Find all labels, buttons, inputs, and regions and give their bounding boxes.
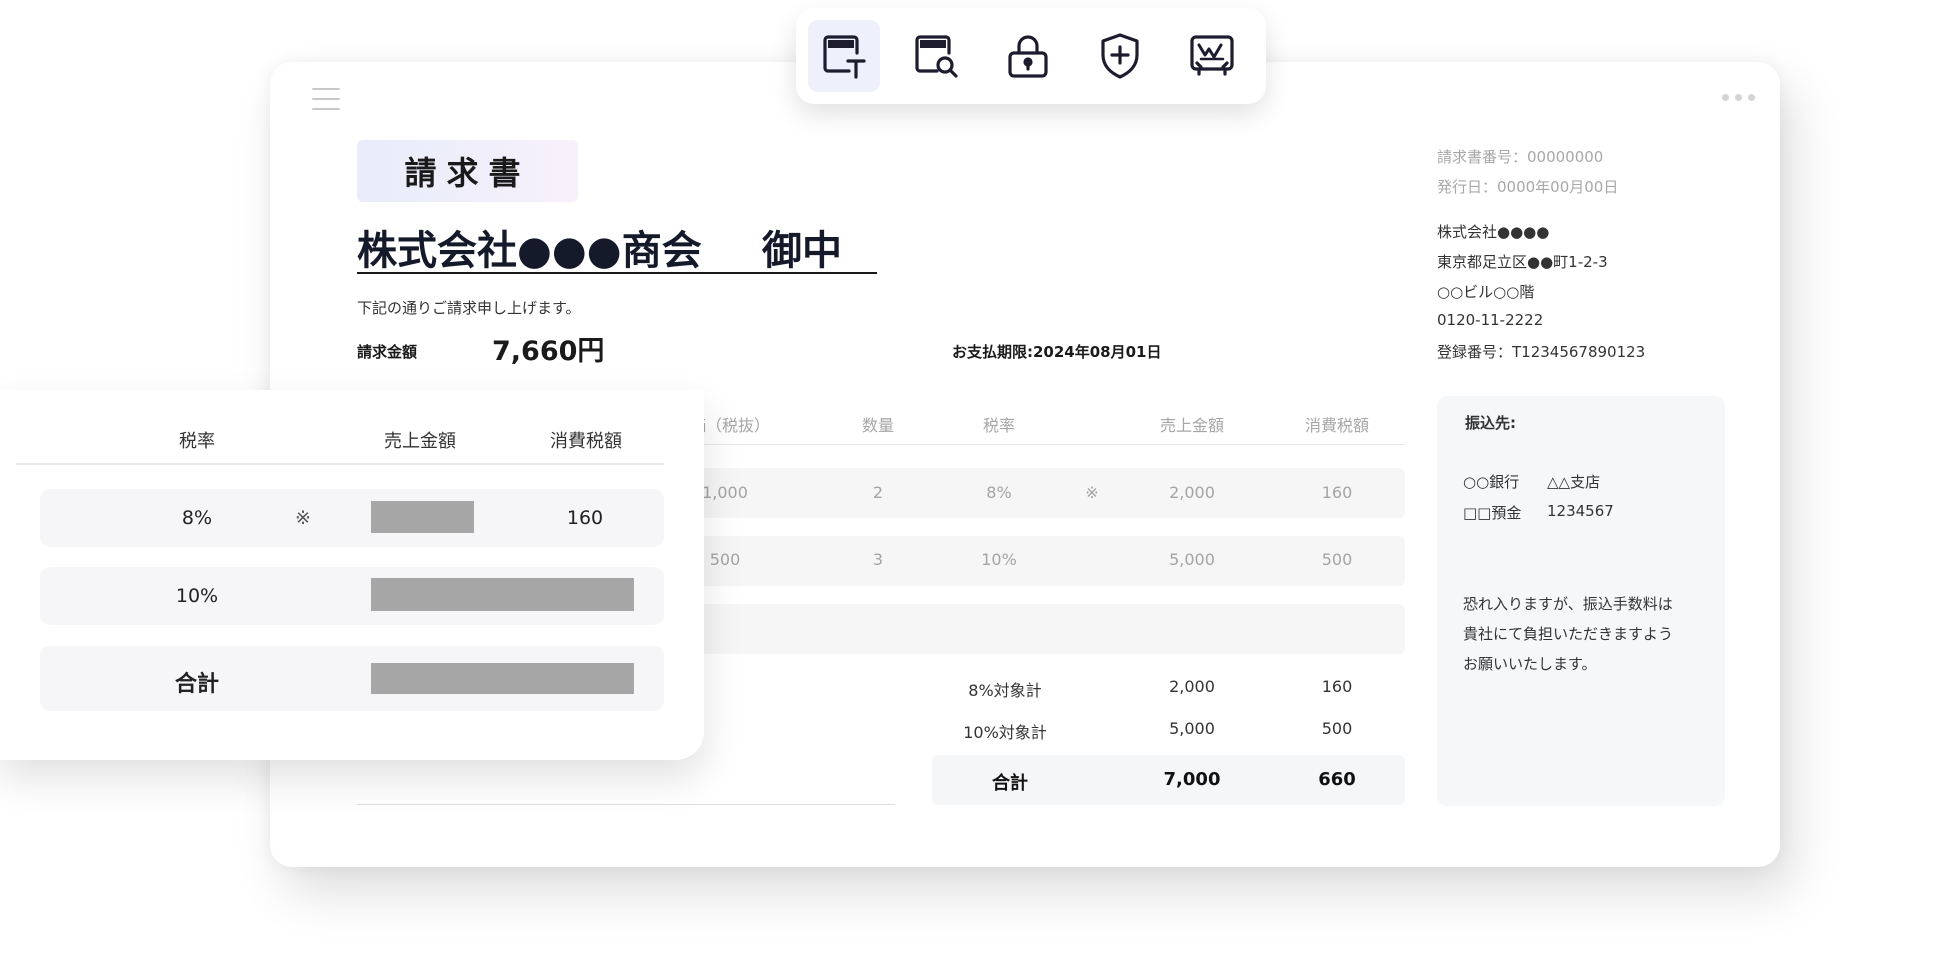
col-header-rate: 税率 [982,416,1015,435]
sender-address: 東京都足立区●●町1-2-3 [1437,253,1608,271]
menu-icon[interactable] [312,88,340,112]
summary-8-sales: 2,000 [1169,677,1215,696]
col-header-tax: 消費税額 [1304,416,1369,435]
tax-card-total-label: 合計 [174,672,219,697]
divider [357,804,895,805]
due-date: お支払期限:2024年08月01日 [952,343,1162,361]
total-tax: 660 [1318,769,1356,790]
total-label: 合計 [992,773,1028,794]
redacted-value [371,578,634,611]
col-header-qty: 数量 [861,416,894,435]
row2-tax: 500 [1321,550,1353,569]
row1-rate: 8% [986,483,1012,502]
invoice-title: 請求書 [357,140,578,202]
shield-plus-icon [1101,33,1139,79]
summary-10-tax: 500 [1321,719,1353,738]
lock-tool-button[interactable] [992,20,1064,92]
tax-card-header-divider [16,463,664,465]
total-sales: 7,000 [1163,769,1221,790]
row2-price: 500 [709,550,741,569]
bank-note-line2: 貴社にて負担いただきますよう [1463,625,1674,643]
row2-rate: 10% [981,550,1017,569]
lock-icon [1008,35,1048,78]
bank-note-line1: 恐れ入りますが、振込手数料は [1463,595,1673,613]
row2-qty: 3 [872,550,884,569]
table-row [683,604,1405,654]
row1-qty: 2 [872,483,884,502]
table-header-divider [683,444,1405,445]
tax-card-row1-tax: 160 [566,507,604,529]
sender-phone: 0120-11-2222 [1437,311,1544,329]
more-options-icon[interactable] [1722,94,1755,101]
document-search-tool-button[interactable] [900,20,972,92]
bank-note-line3: お願いいたします。 [1463,655,1597,673]
summary-10-sales: 5,000 [1169,719,1215,738]
bank-branch: △△支店 [1547,473,1601,491]
row1-mark: ※ [1085,483,1099,502]
account-number: 1234567 [1547,502,1614,520]
amount-value: 7,660円 [492,336,605,367]
tax-card-row2-rate: 10% [175,585,219,607]
summary-8-label: 8%対象計 [968,681,1042,700]
text-field-icon [823,35,866,79]
document-search-icon [915,35,958,78]
intro-text: 下記の通りご請求申し上げます。 [357,299,581,317]
sender-company: 株式会社●●●● [1437,223,1550,241]
client-underline [357,272,877,274]
summary-8-tax: 160 [1321,677,1353,696]
shield-tool-button[interactable] [1084,20,1156,92]
client-name: 株式会社●●●商会 [357,228,702,274]
col-header-price: 価（税抜） [690,416,771,435]
registration-number: 登録番号：T1234567890123 [1437,343,1646,361]
amount-label: 請求金額 [357,343,418,361]
tax-card-row1-rate: 8% [181,507,213,529]
invoice-number: 請求書番号：00000000 [1437,148,1604,166]
signature-tool-button[interactable] [1176,20,1248,92]
redacted-value [371,501,474,533]
toolbar [796,8,1266,104]
signature-icon [1190,35,1234,76]
bank-name: ○○銀行 [1463,473,1520,491]
tax-card-header-tax: 消費税額 [550,431,622,452]
tax-card-header-rate: 税率 [179,431,215,452]
account-type: □□預金 [1463,504,1522,522]
row1-price: 1,000 [702,483,748,502]
bank-heading: 振込先: [1465,414,1516,432]
sender-building: ○○ビル○○階 [1437,283,1535,301]
tax-card-header-sales: 売上金額 [384,431,456,452]
row1-sales: 2,000 [1169,483,1215,502]
honorific: 御中 [762,228,842,274]
tax-card-row1-mark: ※ [295,507,311,529]
row1-tax: 160 [1321,483,1353,502]
row2-sales: 5,000 [1169,550,1215,569]
redacted-value [371,663,634,694]
col-header-sales: 売上金額 [1159,416,1224,435]
text-field-tool-button[interactable] [808,20,880,92]
issue-date: 発行日：0000年00月00日 [1437,178,1619,196]
summary-10-label: 10%対象計 [963,723,1047,742]
